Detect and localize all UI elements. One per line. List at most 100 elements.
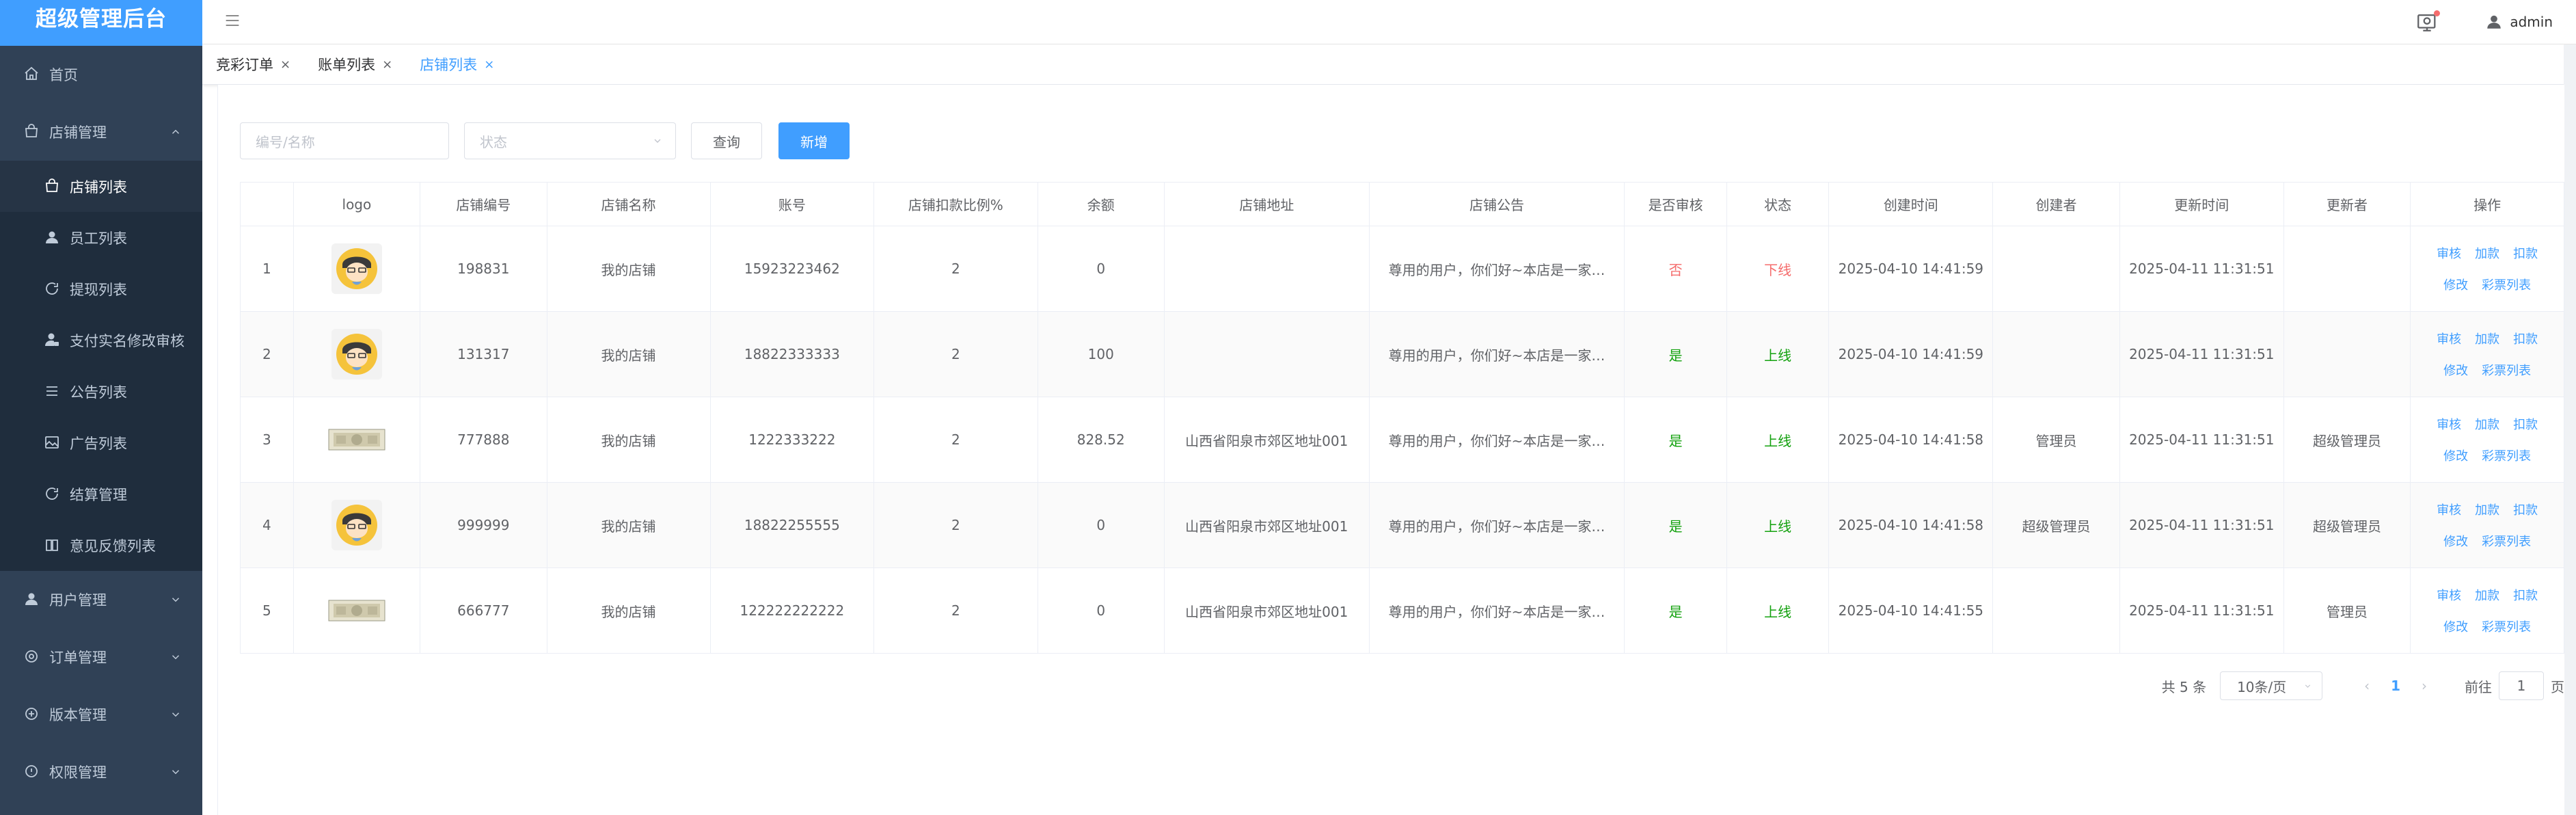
page-size-value: 10条/页 xyxy=(2237,678,2287,695)
updated-time: 2025-04-11 11:31:51 xyxy=(2119,226,2284,312)
sidebar-item-user-management[interactable]: 用户管理 xyxy=(0,571,202,628)
edit-link[interactable]: 修改 xyxy=(2443,617,2468,635)
close-icon[interactable]: × xyxy=(382,57,392,72)
shop-logo-avatar xyxy=(331,500,382,550)
lottery-list-link[interactable]: 彩票列表 xyxy=(2482,276,2531,293)
audit-link[interactable]: 审核 xyxy=(2437,415,2461,433)
tab-label: 竞彩订单 xyxy=(216,57,273,73)
table-row: 1 198831 我的店铺 15923223462 2 0 尊用的用户，你们好~… xyxy=(240,226,2564,312)
page-size-select[interactable]: 10条/页 xyxy=(2220,671,2323,700)
lottery-list-link[interactable]: 彩票列表 xyxy=(2482,532,2531,550)
query-button[interactable]: 查询 xyxy=(691,122,762,159)
sidebar-item-label: 权限管理 xyxy=(49,764,107,781)
edit-link[interactable]: 修改 xyxy=(2443,361,2468,379)
add-money-link[interactable]: 加款 xyxy=(2475,500,2499,518)
deduction-ratio: 2 xyxy=(873,482,1038,568)
lottery-list-link[interactable]: 彩票列表 xyxy=(2482,446,2531,464)
audit-status: 是 xyxy=(1624,311,1727,397)
shop-logo-avatar xyxy=(331,243,382,294)
created-time: 2025-04-10 14:41:55 xyxy=(1828,567,1994,654)
sidebar-item-ad-list[interactable]: 广告列表 xyxy=(0,417,202,468)
deduct-link[interactable]: 扣款 xyxy=(2513,330,2538,347)
row-actions: 审核 加款 扣款 修改 彩票列表 xyxy=(2416,500,2558,550)
sidebar-item-label: 意见反馈列表 xyxy=(70,537,156,555)
chevron-down-icon xyxy=(172,598,180,602)
online-status: 上线 xyxy=(1726,482,1830,568)
user-menu[interactable]: admin xyxy=(2485,13,2553,31)
audit-status: 是 xyxy=(1624,397,1727,483)
goto-page-input[interactable]: 1 xyxy=(2499,671,2544,700)
shop-code: 666777 xyxy=(420,567,547,654)
deduct-link[interactable]: 扣款 xyxy=(2513,415,2538,433)
sidebar-item-shop-management[interactable]: 店铺管理 xyxy=(0,103,202,161)
add-button[interactable]: 新增 xyxy=(778,122,850,159)
account: 1222333222 xyxy=(709,397,875,483)
add-money-link[interactable]: 加款 xyxy=(2475,415,2499,433)
column-header: 创建者 xyxy=(1992,182,2120,226)
sidebar-item-staff-list[interactable]: 员工列表 xyxy=(0,212,202,263)
edit-link[interactable]: 修改 xyxy=(2443,532,2468,550)
scrollbar[interactable] xyxy=(2564,44,2576,815)
edit-link[interactable]: 修改 xyxy=(2443,276,2468,293)
account: 15923223462 xyxy=(709,226,875,312)
add-money-link[interactable]: 加款 xyxy=(2475,244,2499,262)
tab-shop-list[interactable]: 店铺列表 × xyxy=(420,44,494,84)
shop-name: 我的店铺 xyxy=(546,567,711,654)
sidebar-item-payment-realname-audit[interactable]: 支付实名修改审核 xyxy=(0,315,202,366)
sidebar: 超级管理后台 首页 店铺管理 店铺列表 员工列表 提现列表 支付实名修改审核 公… xyxy=(0,0,202,815)
tab-bill-list[interactable]: 账单列表 × xyxy=(318,44,392,84)
sidebar-item-settlement[interactable]: 结算管理 xyxy=(0,468,202,520)
table-row: 3 777888 我的店铺 1222333222 2 828.52 山西省阳泉市… xyxy=(240,397,2564,483)
main-content: 编号/名称 状态 查询 新增 logo 店铺编号 店铺名称 账号 店铺扣款比例%… xyxy=(217,85,2564,815)
table-row: 5 666777 我的店铺 122222222222 2 0 山西省阳泉市郊区地… xyxy=(240,567,2564,654)
lottery-list-link[interactable]: 彩票列表 xyxy=(2482,361,2531,379)
creator xyxy=(1992,226,2120,312)
sidebar-item-label: 公告列表 xyxy=(70,384,127,401)
row-index: 4 xyxy=(240,482,294,568)
sidebar-item-feedback-list[interactable]: 意见反馈列表 xyxy=(0,520,202,571)
next-page-icon[interactable]: › xyxy=(2414,678,2435,694)
audit-link[interactable]: 审核 xyxy=(2437,244,2461,262)
sidebar-item-permission-management[interactable]: 权限管理 xyxy=(0,743,202,801)
deduct-link[interactable]: 扣款 xyxy=(2513,244,2538,262)
deduction-ratio: 2 xyxy=(873,226,1038,312)
audit-link[interactable]: 审核 xyxy=(2437,586,2461,604)
created-time: 2025-04-10 14:41:58 xyxy=(1828,482,1994,568)
sidebar-item-shop-list[interactable]: 店铺列表 xyxy=(0,161,202,212)
sidebar-item-home[interactable]: 首页 xyxy=(0,46,202,103)
shop-icon xyxy=(23,123,41,141)
chevron-down-icon xyxy=(172,770,180,775)
table-header-row: logo 店铺编号 店铺名称 账号 店铺扣款比例% 余额 店铺地址 店铺公告 是… xyxy=(240,182,2564,226)
account: 18822255555 xyxy=(709,482,875,568)
balance: 0 xyxy=(1037,482,1165,568)
account: 122222222222 xyxy=(709,567,875,654)
add-money-link[interactable]: 加款 xyxy=(2475,586,2499,604)
search-input[interactable]: 编号/名称 xyxy=(240,122,449,159)
column-header: 更新时间 xyxy=(2119,182,2284,226)
audit-link[interactable]: 审核 xyxy=(2437,330,2461,347)
sidebar-item-notice-list[interactable]: 公告列表 xyxy=(0,366,202,417)
status-select[interactable]: 状态 xyxy=(464,122,676,159)
message-icon[interactable] xyxy=(2415,10,2441,34)
deduct-link[interactable]: 扣款 xyxy=(2513,500,2538,518)
lottery-list-link[interactable]: 彩票列表 xyxy=(2482,617,2531,635)
tab-lottery-orders[interactable]: 竞彩订单 × xyxy=(216,44,290,84)
deduct-link[interactable]: 扣款 xyxy=(2513,586,2538,604)
hamburger-icon[interactable] xyxy=(223,11,242,30)
close-icon[interactable]: × xyxy=(280,57,290,72)
info-circle-icon xyxy=(23,763,41,781)
current-page[interactable]: 1 xyxy=(2391,678,2400,694)
shop-notice: 尊用的用户，你们好~本店是一家… xyxy=(1368,226,1625,312)
sidebar-item-order-management[interactable]: 订单管理 xyxy=(0,628,202,686)
add-money-link[interactable]: 加款 xyxy=(2475,330,2499,347)
prev-page-icon[interactable]: ‹ xyxy=(2357,678,2377,694)
sidebar-item-withdraw-list[interactable]: 提现列表 xyxy=(0,263,202,315)
edit-link[interactable]: 修改 xyxy=(2443,446,2468,464)
close-icon[interactable]: × xyxy=(484,57,494,72)
audit-status: 是 xyxy=(1624,567,1727,654)
column-header: 账号 xyxy=(709,182,875,226)
sidebar-item-version-management[interactable]: 版本管理 xyxy=(0,686,202,743)
row-actions: 审核 加款 扣款 修改 彩票列表 xyxy=(2416,330,2558,379)
chevron-down-icon xyxy=(172,712,180,717)
audit-link[interactable]: 审核 xyxy=(2437,500,2461,518)
